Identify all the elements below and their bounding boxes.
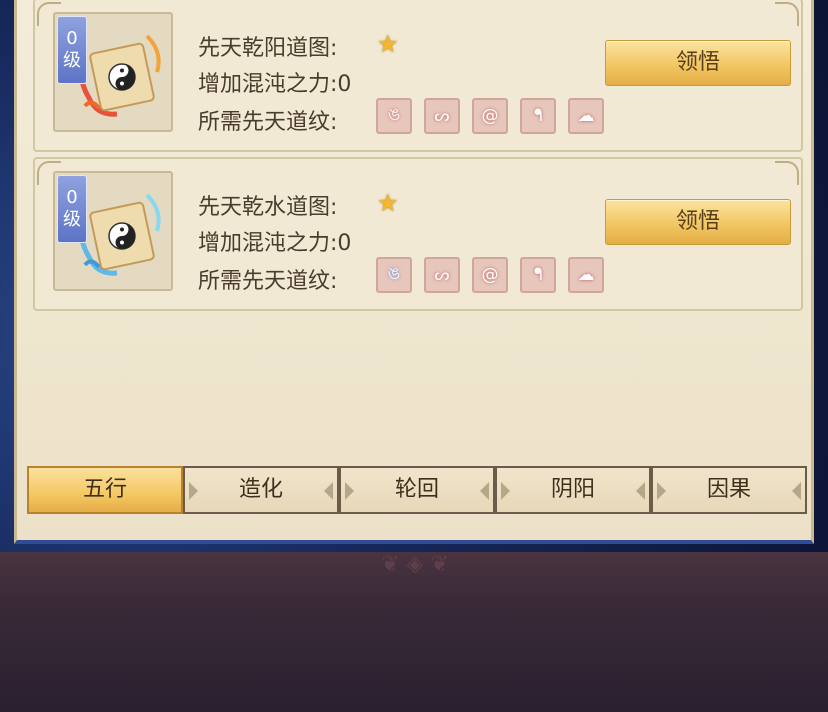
rune-icon-water[interactable]: ঙ	[376, 257, 412, 293]
comprehend-button[interactable]: 领悟	[605, 199, 791, 245]
rune-icon-cloud[interactable]: ☁	[568, 98, 604, 134]
tab-label: 五行	[82, 477, 127, 502]
level-unit: 级	[63, 209, 81, 230]
level-badge: 0 级	[57, 175, 87, 243]
required-runes-label: 所需先天道纹:	[198, 110, 338, 135]
level-badge: 0 级	[57, 16, 87, 84]
decorative-ornament-icon: ❦ ◈ ❦	[381, 552, 449, 577]
level-number: 0	[66, 187, 78, 208]
card-corner-ornament	[775, 2, 799, 26]
level-number: 0	[66, 28, 78, 49]
chevron-left-icon	[657, 482, 666, 500]
chaos-power-value: 0	[337, 72, 352, 97]
category-tab-bar: 五行 造化 轮回 阴阳 因果	[27, 466, 807, 514]
dao-chart-icon-water[interactable]: 0 级	[53, 171, 173, 291]
tab-yinyang[interactable]: 阴阳	[495, 466, 651, 514]
dao-chart-title: 先天乾阳道图:	[198, 36, 338, 61]
chevron-left-icon	[345, 482, 354, 500]
required-runes-label: 所需先天道纹:	[198, 269, 338, 294]
rune-icon-spiral[interactable]: @	[472, 98, 508, 134]
rune-icon-cloud[interactable]: ☁	[568, 257, 604, 293]
dao-chart-title: 先天乾水道图:	[198, 195, 338, 220]
tab-label: 阴阳	[550, 477, 595, 502]
tab-label: 因果	[706, 477, 751, 502]
dao-chart-card-water: 0 级 先天乾水道图: ★ 增加混沌之力:0 所需先天道纹: ঙ ᔕ @ ᖳ ☁…	[33, 157, 803, 311]
chaos-power-row: 增加混沌之力:0	[198, 225, 351, 257]
level-unit: 级	[63, 50, 81, 71]
rune-icon-wind[interactable]: ᔕ	[424, 98, 460, 134]
rune-icon-spiral[interactable]: @	[472, 257, 508, 293]
star-icon: ★	[377, 189, 399, 217]
rune-icon-flame[interactable]: ᖳ	[520, 98, 556, 134]
bagua-scroll-icon	[78, 34, 161, 117]
chevron-right-icon	[792, 482, 801, 500]
card-corner-ornament	[775, 161, 799, 185]
tab-lunhui[interactable]: 轮回	[339, 466, 495, 514]
tab-yinguo[interactable]: 因果	[651, 466, 807, 514]
tab-zaohua[interactable]: 造化	[183, 466, 339, 514]
tab-label: 造化	[238, 477, 283, 502]
comprehend-button[interactable]: 领悟	[605, 40, 791, 86]
scene-background: ❦ ◈ ❦	[0, 552, 828, 712]
chevron-left-icon	[501, 482, 510, 500]
chaos-power-value: 0	[337, 231, 352, 256]
bagua-scroll-icon	[78, 193, 161, 276]
tab-label: 轮回	[394, 477, 439, 502]
tab-wuxing[interactable]: 五行	[27, 466, 183, 514]
dao-chart-panel: 0 级 先天乾阳道图: ★ 增加混沌之力:0 所需先天道纹: ঙ ᔕ @ ᖳ ☁…	[14, 0, 814, 544]
chaos-power-label: 增加混沌之力:	[198, 231, 338, 256]
rune-icon-flame[interactable]: ᖳ	[520, 257, 556, 293]
dao-chart-card-yang: 0 级 先天乾阳道图: ★ 增加混沌之力:0 所需先天道纹: ঙ ᔕ @ ᖳ ☁…	[33, 0, 803, 152]
rune-icon-fire[interactable]: ঙ	[376, 98, 412, 134]
star-icon: ★	[377, 30, 399, 58]
chaos-power-row: 增加混沌之力:0	[198, 66, 351, 98]
chevron-right-icon	[636, 482, 645, 500]
rune-icon-wind[interactable]: ᔕ	[424, 257, 460, 293]
chevron-right-icon	[324, 482, 333, 500]
chevron-right-icon	[480, 482, 489, 500]
chevron-left-icon	[189, 482, 198, 500]
chaos-power-label: 增加混沌之力:	[198, 72, 338, 97]
dao-chart-icon-yang[interactable]: 0 级	[53, 12, 173, 132]
